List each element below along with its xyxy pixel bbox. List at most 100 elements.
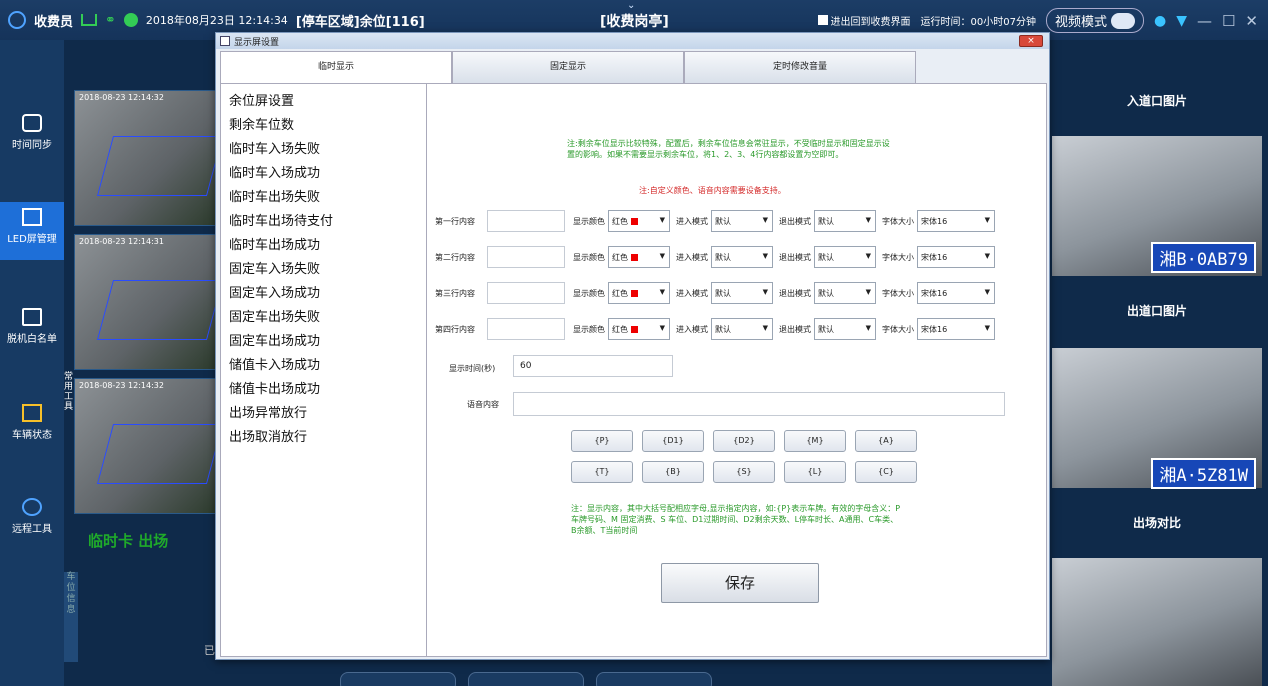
tab-temp-display[interactable]: 临时显示 [220, 51, 452, 83]
out-mode-select[interactable]: 默认 ▼ [814, 282, 876, 304]
list-item[interactable]: 出场异常放行 [221, 402, 426, 426]
font-size-select[interactable]: 宋体16 ▼ [917, 246, 995, 268]
camera-feed[interactable]: 2018-08-23 12:14:32 [74, 90, 224, 226]
dialog-close-button[interactable]: × [1019, 35, 1043, 47]
return-checkbox[interactable]: 进出回到收费界面 [817, 13, 911, 28]
color-select[interactable]: 红色 ▼ [608, 210, 670, 232]
bottom-button[interactable] [596, 672, 712, 686]
tab-fixed-display[interactable]: 固定显示 [452, 51, 684, 83]
in-mode-value: 默认 [715, 216, 731, 226]
minimize-icon[interactable]: — [1197, 12, 1212, 30]
line-label: 第三行内容 [435, 288, 475, 298]
list-item[interactable]: 临时车出场待支付 [221, 210, 426, 234]
out-mode-value: 默认 [818, 324, 834, 334]
list-item[interactable]: 余位屏设置 [221, 90, 426, 114]
macro-button-m[interactable]: {M} [784, 430, 846, 452]
maximize-icon[interactable]: ☐ [1222, 12, 1235, 30]
color-select[interactable]: 红色 ▼ [608, 246, 670, 268]
nav-remote-tools[interactable]: 远程工具 [0, 492, 64, 550]
font-size-select[interactable]: 宋体16 ▼ [917, 318, 995, 340]
out-mode-value: 默认 [818, 288, 834, 298]
voice-content-input[interactable] [513, 392, 1005, 416]
color-select[interactable]: 红色 ▼ [608, 318, 670, 340]
color-select[interactable]: 红色 ▼ [608, 282, 670, 304]
macro-button-d2[interactable]: {D2} [713, 430, 775, 452]
list-item[interactable]: 临时车入场成功 [221, 162, 426, 186]
macro-button-b[interactable]: {B} [642, 461, 704, 483]
red-swatch-icon [631, 289, 638, 297]
in-mode-select[interactable]: 默认 ▼ [711, 246, 773, 268]
list-item[interactable]: 固定车入场成功 [221, 282, 426, 306]
collapse-chevron-icon[interactable]: ⌄ [627, 0, 635, 11]
in-mode-label: 进入模式 [676, 324, 708, 334]
list-item[interactable]: 出场取消放行 [221, 426, 426, 450]
list-item[interactable]: 储值卡出场成功 [221, 378, 426, 402]
video-mode-toggle[interactable]: 视频模式 [1045, 8, 1144, 33]
camera-feed[interactable]: 2018-08-23 12:14:31 [74, 234, 224, 370]
bottom-button[interactable] [468, 672, 584, 686]
tab-volume-schedule[interactable]: 定时修改音量 [684, 51, 916, 83]
macro-button-t[interactable]: {T} [571, 461, 633, 483]
dialog-titlebar[interactable]: 显示屏设置 [216, 33, 1049, 49]
out-mode-label: 退出模式 [779, 216, 811, 226]
font-size-value: 宋体16 [921, 216, 948, 226]
list-item[interactable]: 固定车入场失败 [221, 258, 426, 282]
led-icon [22, 208, 42, 226]
globe-icon [123, 13, 138, 27]
bottom-button[interactable] [340, 672, 456, 686]
font-size-select[interactable]: 宋体16 ▼ [917, 210, 995, 232]
dropdown-arrow-icon: ▼ [762, 252, 768, 260]
list-item[interactable]: 临时车出场失败 [221, 186, 426, 210]
dropdown-arrow-icon: ▼ [865, 216, 871, 224]
nav-led-manage[interactable]: LED屏管理 [0, 202, 64, 260]
list-item[interactable]: 临时车出场成功 [221, 234, 426, 258]
line-content-input[interactable] [487, 282, 565, 304]
camera-feed[interactable]: 2018-08-23 12:14:32 [74, 378, 224, 514]
macro-button-c[interactable]: {C} [855, 461, 917, 483]
space-info-tab[interactable]: 车位信息 [64, 572, 78, 662]
font-size-label: 字体大小 [882, 288, 914, 298]
exit-photo[interactable]: 湘A·5Z81W [1052, 348, 1262, 489]
save-button[interactable]: 保存 [661, 563, 819, 603]
list-item[interactable]: 固定车出场成功 [221, 330, 426, 354]
color-value: 红色 [612, 252, 628, 262]
line-content-input[interactable] [487, 210, 565, 232]
line-content-input[interactable] [487, 318, 565, 340]
list-item[interactable]: 储值卡入场成功 [221, 354, 426, 378]
close-icon[interactable]: ✕ [1245, 12, 1258, 30]
out-mode-select[interactable]: 默认 ▼ [814, 210, 876, 232]
macro-button-a[interactable]: {A} [855, 430, 917, 452]
compare-title: 出场对比 [1132, 516, 1181, 530]
out-mode-select[interactable]: 默认 ▼ [814, 246, 876, 268]
nav-time-sync[interactable]: 时间同步 [0, 108, 64, 166]
duration-input[interactable]: 60 [513, 355, 673, 377]
dropdown-arrow-icon: ▼ [659, 252, 665, 260]
location-icon[interactable]: ● [1154, 13, 1166, 29]
area-text: [停车区域]余位[116] [295, 14, 425, 30]
entry-photo[interactable]: 湘B·0AB79 [1052, 136, 1262, 276]
shirt-icon[interactable]: ▼ [1176, 13, 1187, 29]
out-mode-select[interactable]: 默认 ▼ [814, 318, 876, 340]
macro-button-l[interactable]: {L} [784, 461, 846, 483]
macro-button-d1[interactable]: {D1} [642, 430, 704, 452]
tools-side-tab[interactable]: 常用工具 [64, 372, 76, 412]
line-label: 第一行内容 [435, 216, 475, 226]
in-mode-select[interactable]: 默认 ▼ [711, 282, 773, 304]
line-content-input[interactable] [487, 246, 565, 268]
nav-whitelist[interactable]: 脱机白名单 [0, 302, 64, 360]
dialog-body: 余位屏设置 剩余车位数 临时车入场失败 临时车入场成功 临时车出场失败 临时车出… [220, 83, 1047, 657]
runtime-text: 运行时间：00小时07分钟 [920, 17, 1036, 28]
macro-button-s[interactable]: {S} [713, 461, 775, 483]
dropdown-arrow-icon: ▼ [984, 216, 990, 224]
in-mode-label: 进入模式 [676, 216, 708, 226]
nav-vehicle-status[interactable]: 车辆状态 [0, 398, 64, 456]
camera-timestamp: 2018-08-23 12:14:32 [79, 381, 164, 390]
in-mode-select[interactable]: 默认 ▼ [711, 210, 773, 232]
in-mode-select[interactable]: 默认 ▼ [711, 318, 773, 340]
compare-photo[interactable] [1052, 558, 1262, 686]
font-size-select[interactable]: 宋体16 ▼ [917, 282, 995, 304]
list-item[interactable]: 临时车入场失败 [221, 138, 426, 162]
list-item[interactable]: 固定车出场失败 [221, 306, 426, 330]
list-item[interactable]: 剩余车位数 [221, 114, 426, 138]
macro-button-p[interactable]: {P} [571, 430, 633, 452]
